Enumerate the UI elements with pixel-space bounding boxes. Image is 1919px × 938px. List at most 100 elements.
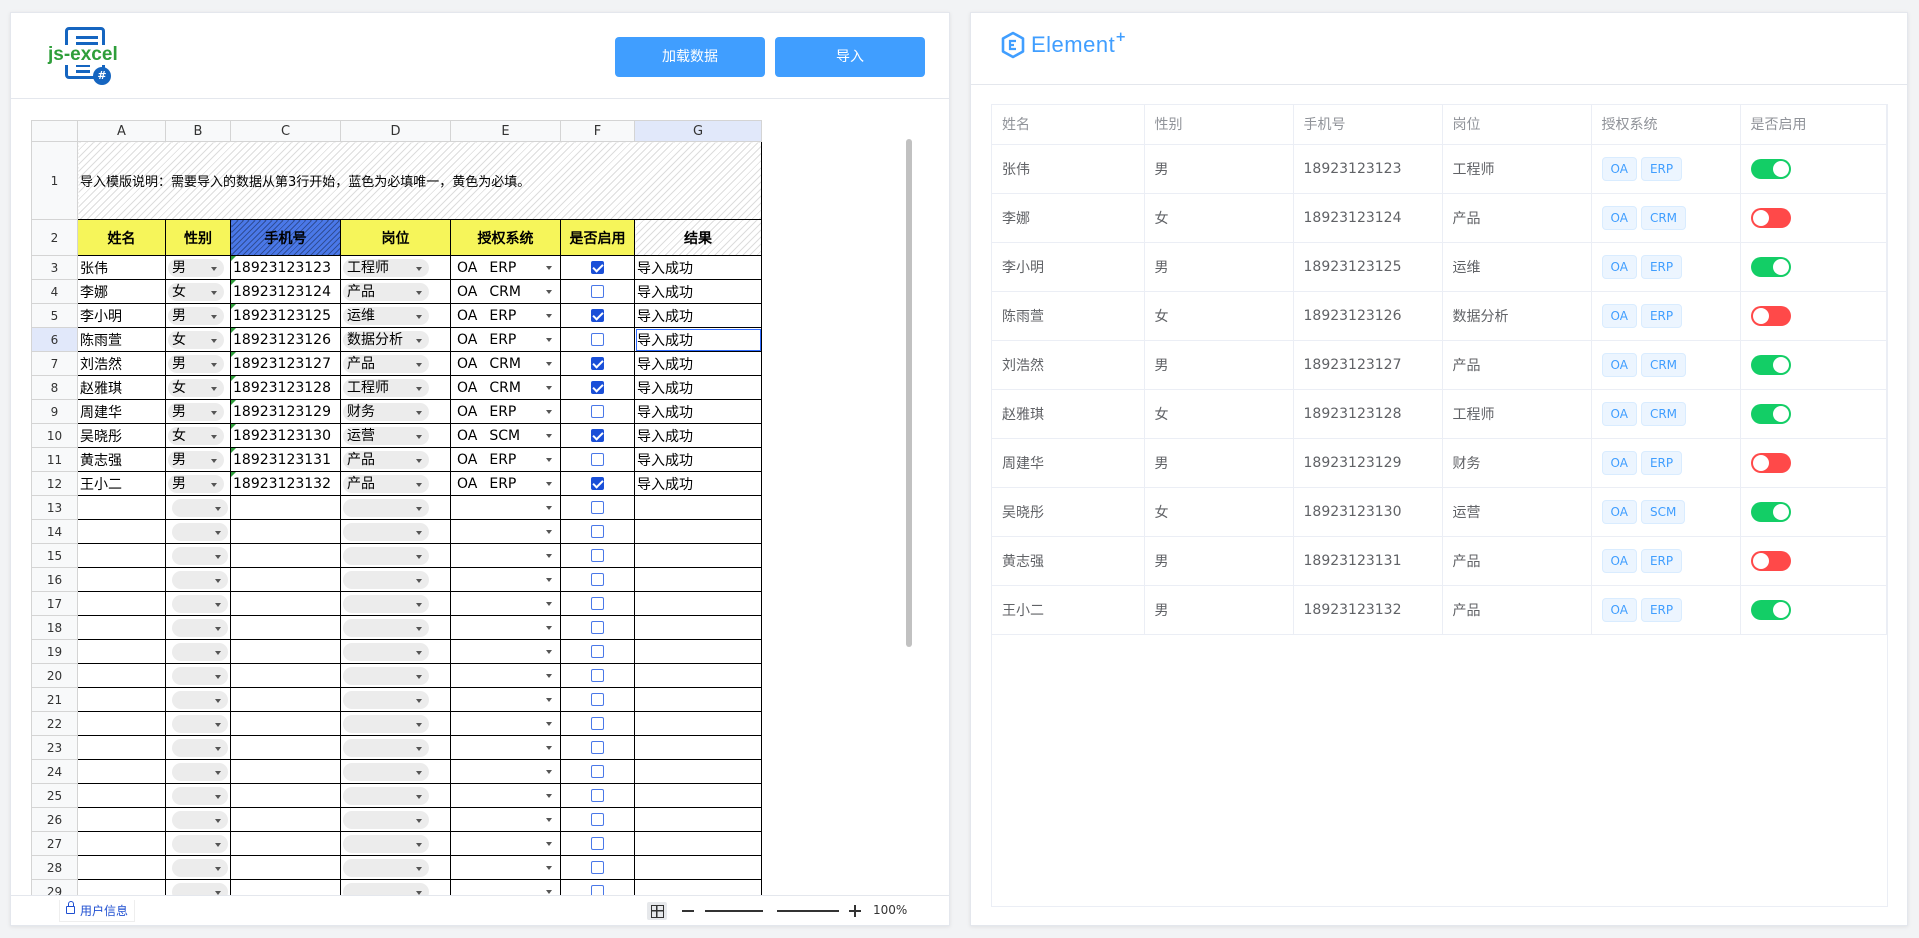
job-select[interactable]: 产品 [343, 474, 429, 493]
name-cell[interactable]: 张伟 [77, 255, 166, 280]
result-cell[interactable] [634, 807, 762, 832]
row-number[interactable]: 18 [31, 615, 78, 640]
enabled-checkbox[interactable] [591, 645, 604, 658]
name-cell[interactable] [77, 591, 166, 616]
job-select[interactable]: 财务 [343, 402, 429, 421]
enabled-cell[interactable] [560, 423, 635, 448]
row-number[interactable]: 10 [31, 423, 78, 448]
enabled-cell[interactable] [560, 639, 635, 664]
enabled-cell[interactable] [560, 807, 635, 832]
enabled-cell[interactable] [560, 255, 635, 280]
name-cell[interactable] [77, 519, 166, 544]
job-select[interactable] [343, 690, 429, 709]
gender-select[interactable]: 男 [168, 354, 224, 373]
systems-cell[interactable]: OA ERP [450, 471, 561, 496]
enabled-checkbox[interactable] [591, 789, 604, 802]
enabled-cell[interactable] [560, 471, 635, 496]
systems-cell[interactable]: OA CRM [450, 351, 561, 376]
gender-cell[interactable] [165, 567, 231, 592]
enabled-checkbox[interactable] [591, 477, 604, 490]
gender-cell[interactable]: 男 [165, 447, 231, 472]
systems-cell[interactable] [450, 495, 561, 520]
systems-cell[interactable] [450, 735, 561, 760]
job-select[interactable]: 产品 [343, 282, 429, 301]
row-number[interactable]: 22 [31, 711, 78, 736]
enabled-switch[interactable] [1750, 207, 1791, 228]
row-number[interactable]: 9 [31, 399, 78, 424]
phone-cell[interactable] [230, 591, 341, 616]
systems-cell[interactable] [450, 783, 561, 808]
result-cell[interactable]: 导入成功 [634, 303, 762, 328]
gender-cell[interactable] [165, 735, 231, 760]
name-cell[interactable] [77, 567, 166, 592]
gender-cell[interactable]: 女 [165, 375, 231, 400]
job-cell[interactable] [340, 759, 451, 784]
enabled-cell[interactable] [560, 399, 635, 424]
enabled-checkbox[interactable] [591, 741, 604, 754]
enabled-checkbox[interactable] [591, 813, 604, 826]
name-cell[interactable] [77, 639, 166, 664]
gender-cell[interactable]: 女 [165, 423, 231, 448]
gender-select[interactable] [172, 786, 228, 805]
enabled-checkbox[interactable] [591, 285, 604, 298]
row-number[interactable]: 20 [31, 663, 78, 688]
row-number[interactable]: 25 [31, 783, 78, 808]
phone-cell[interactable]: 18923123127 [230, 351, 341, 376]
job-select[interactable] [343, 786, 429, 805]
job-cell[interactable]: 财务 [340, 399, 451, 424]
enabled-checkbox[interactable] [591, 405, 604, 418]
job-select[interactable] [343, 498, 429, 517]
systems-cell[interactable] [450, 711, 561, 736]
row-number[interactable]: 2 [31, 219, 78, 256]
gender-cell[interactable]: 女 [165, 279, 231, 304]
row-number[interactable]: 8 [31, 375, 78, 400]
job-cell[interactable]: 产品 [340, 447, 451, 472]
gender-cell[interactable] [165, 807, 231, 832]
column-header[interactable]: A [77, 120, 166, 142]
row-number[interactable]: 4 [31, 279, 78, 304]
gender-cell[interactable] [165, 687, 231, 712]
name-cell[interactable] [77, 543, 166, 568]
name-cell[interactable]: 周建华 [77, 399, 166, 424]
result-cell[interactable] [634, 687, 762, 712]
enabled-checkbox[interactable] [591, 669, 604, 682]
gender-select[interactable] [172, 666, 228, 685]
systems-cell[interactable]: OA CRM [450, 279, 561, 304]
phone-cell[interactable] [230, 543, 341, 568]
gender-select[interactable] [172, 594, 228, 613]
enabled-cell[interactable] [560, 519, 635, 544]
job-select[interactable] [343, 666, 429, 685]
phone-cell[interactable]: 18923123131 [230, 447, 341, 472]
job-select[interactable]: 运维 [343, 306, 429, 325]
job-cell[interactable] [340, 735, 451, 760]
row-number[interactable]: 12 [31, 471, 78, 496]
result-cell[interactable] [634, 855, 762, 880]
enabled-cell[interactable] [560, 783, 635, 808]
gender-cell[interactable]: 男 [165, 351, 231, 376]
enabled-switch[interactable] [1750, 256, 1791, 277]
phone-cell[interactable] [230, 567, 341, 592]
enabled-cell[interactable] [560, 711, 635, 736]
name-cell[interactable] [77, 807, 166, 832]
row-number[interactable]: 23 [31, 735, 78, 760]
enabled-checkbox[interactable] [591, 381, 604, 394]
gender-select[interactable] [172, 810, 228, 829]
job-cell[interactable] [340, 855, 451, 880]
name-cell[interactable]: 吴晓彤 [77, 423, 166, 448]
row-number[interactable]: 11 [31, 447, 78, 472]
phone-cell[interactable] [230, 855, 341, 880]
phone-cell[interactable] [230, 759, 341, 784]
name-cell[interactable]: 李小明 [77, 303, 166, 328]
row-number[interactable]: 16 [31, 567, 78, 592]
enabled-checkbox[interactable] [591, 861, 604, 874]
job-cell[interactable] [340, 639, 451, 664]
job-cell[interactable] [340, 783, 451, 808]
enabled-checkbox[interactable] [591, 693, 604, 706]
header-cell[interactable]: 结果 [634, 219, 762, 256]
job-cell[interactable] [340, 519, 451, 544]
enabled-switch[interactable] [1750, 501, 1791, 522]
enabled-checkbox[interactable] [591, 621, 604, 634]
row-number[interactable]: 24 [31, 759, 78, 784]
gender-cell[interactable] [165, 759, 231, 784]
phone-cell[interactable]: 18923123124 [230, 279, 341, 304]
